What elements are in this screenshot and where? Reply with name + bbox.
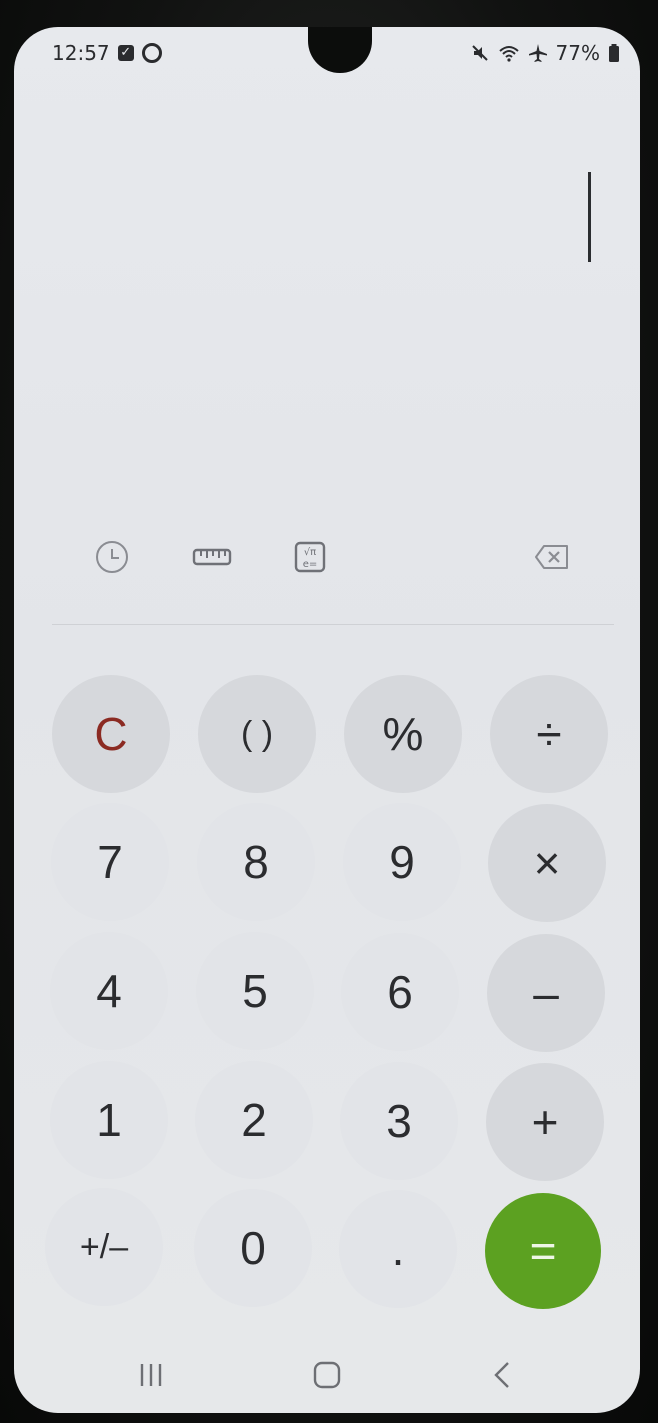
status-time: 12:57 xyxy=(52,41,110,65)
svg-text:e=: e= xyxy=(303,559,318,570)
clear-button[interactable]: C xyxy=(52,675,170,793)
digit-0-button[interactable]: 0 xyxy=(194,1189,312,1307)
multiply-button[interactable]: × xyxy=(488,804,606,922)
percent-button[interactable]: % xyxy=(344,675,462,793)
minus-button[interactable]: – xyxy=(487,934,605,1052)
ruler-icon[interactable] xyxy=(190,535,234,579)
camera-notch xyxy=(308,27,372,73)
digit-1-button[interactable]: 1 xyxy=(50,1061,168,1179)
status-bar-right: 77% xyxy=(470,41,620,65)
recent-apps-icon[interactable] xyxy=(131,1355,171,1395)
digit-6-button[interactable]: 6 xyxy=(341,933,459,1051)
digit-7-button[interactable]: 7 xyxy=(51,803,169,921)
digit-4-button[interactable]: 4 xyxy=(50,932,168,1050)
mute-icon xyxy=(470,43,490,63)
digit-5-button[interactable]: 5 xyxy=(196,932,314,1050)
scientific-functions-icon[interactable]: √π e= xyxy=(288,535,332,579)
svg-text:√π: √π xyxy=(304,547,316,558)
parentheses-button[interactable]: ( ) xyxy=(198,675,316,793)
decimal-button[interactable]: . xyxy=(339,1190,457,1308)
history-clock-icon[interactable] xyxy=(90,535,134,579)
circle-notification-icon xyxy=(141,43,162,63)
divide-button[interactable]: ÷ xyxy=(490,675,608,793)
battery-icon xyxy=(608,43,620,63)
digit-8-button[interactable]: 8 xyxy=(197,803,315,921)
screen: 12:57 ✓ 77% √π e= C ( ) % ÷ 7 8 9 × 4 5 … xyxy=(14,27,640,1413)
battery-percent: 77% xyxy=(555,41,600,65)
check-icon: ✓ xyxy=(117,45,134,61)
status-bar-left: 12:57 ✓ xyxy=(52,41,162,65)
keypad-divider xyxy=(52,624,614,625)
home-icon[interactable] xyxy=(307,1355,347,1395)
digit-2-button[interactable]: 2 xyxy=(195,1061,313,1179)
airplane-icon xyxy=(528,43,548,63)
back-icon[interactable] xyxy=(482,1355,522,1395)
backspace-icon[interactable] xyxy=(530,535,574,579)
plus-button[interactable]: + xyxy=(486,1063,604,1181)
digit-9-button[interactable]: 9 xyxy=(343,803,461,921)
text-cursor xyxy=(588,172,591,262)
plus-minus-button[interactable]: +/– xyxy=(45,1188,163,1306)
digit-3-button[interactable]: 3 xyxy=(340,1062,458,1180)
wifi-icon xyxy=(498,43,520,63)
equals-button[interactable]: = xyxy=(485,1193,601,1309)
